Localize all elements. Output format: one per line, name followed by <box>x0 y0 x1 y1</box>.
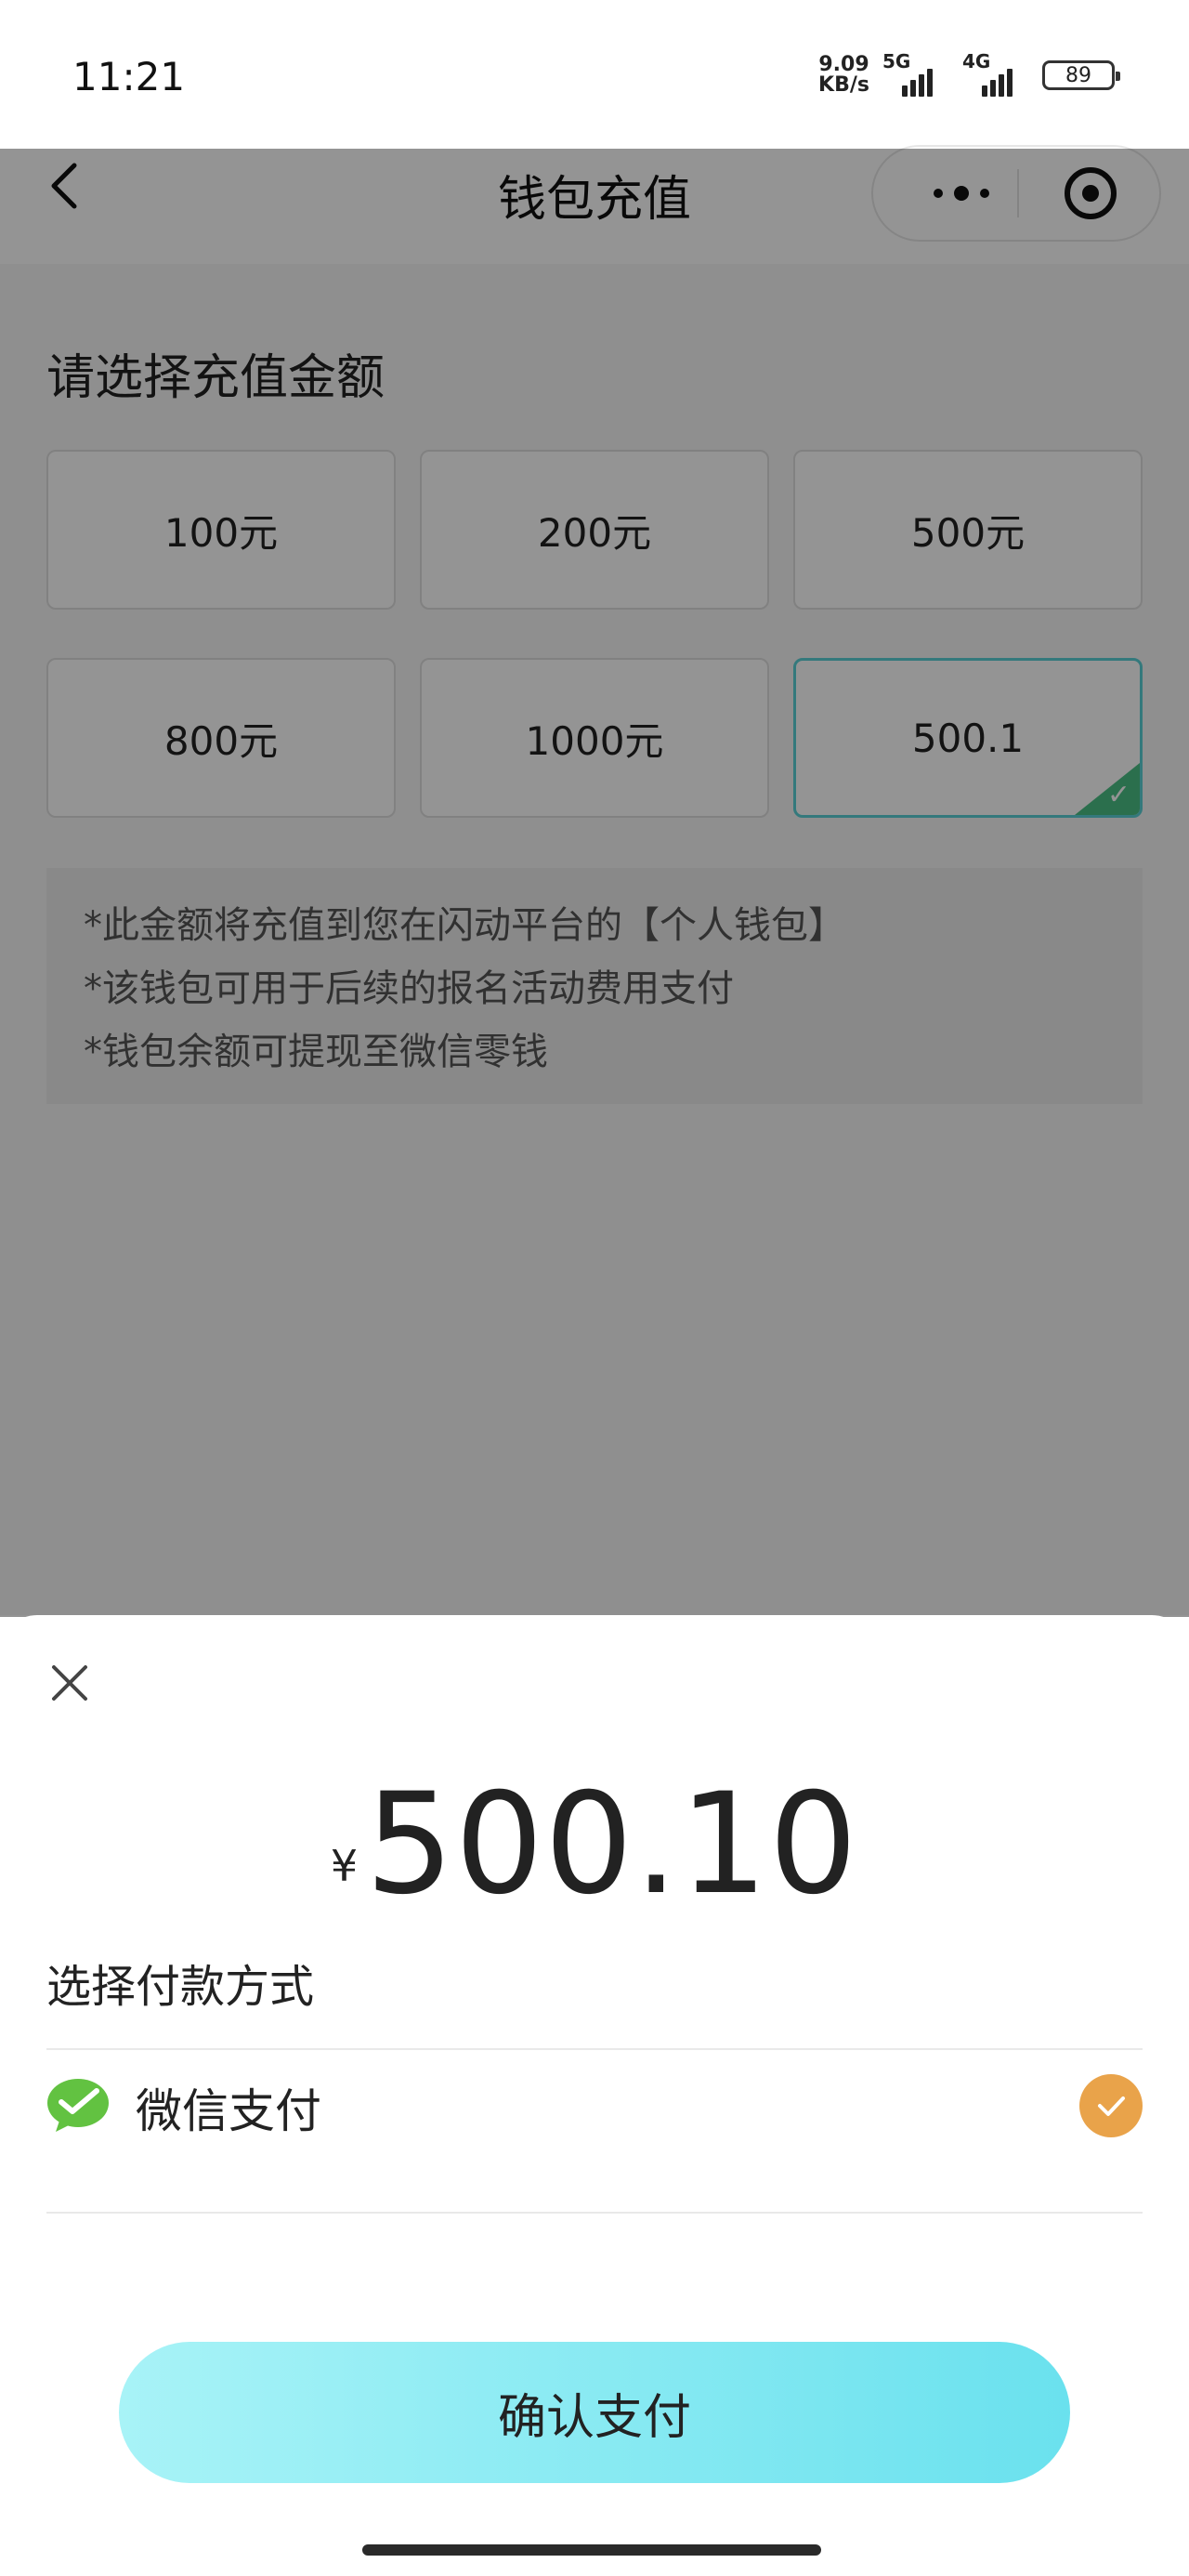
signal-4g-icon: 4G <box>962 50 1029 97</box>
payment-method-title: 选择付款方式 <box>46 1961 315 2013</box>
signal-5g-label: 5G <box>882 50 911 72</box>
home-indicator <box>362 2544 821 2556</box>
status-bar: 11:21 9.09 KB/s 5G 4G 89 <box>0 0 1189 149</box>
payment-sheet: ¥500.10 选择付款方式 微信支付 确认支付 <box>0 1615 1189 2576</box>
modal-backdrop[interactable] <box>0 149 1189 1617</box>
signal-4g-label: 4G <box>962 50 991 72</box>
status-indicators: 9.09 KB/s 5G 4G 89 <box>818 50 1120 97</box>
payment-amount: ¥500.10 <box>0 1764 1189 1925</box>
network-speed-value: 9.09 <box>818 53 869 76</box>
currency-symbol: ¥ <box>330 1841 359 1891</box>
network-speed-unit: KB/s <box>818 73 869 97</box>
signal-5g-icon: 5G <box>882 50 949 97</box>
payment-method-label: 微信支付 <box>136 2084 321 2138</box>
battery-icon: 89 <box>1042 60 1120 90</box>
confirm-pay-button[interactable]: 确认支付 <box>119 2342 1070 2483</box>
battery-level: 89 <box>1065 63 1091 87</box>
amount-value: 500.10 <box>365 1764 859 1925</box>
status-time: 11:21 <box>72 54 186 99</box>
network-speed: 9.09 KB/s <box>818 55 869 96</box>
close-icon <box>52 1665 87 1701</box>
divider <box>46 2212 1143 2214</box>
wechat-pay-icon <box>47 2079 109 2132</box>
payment-method-wechat[interactable]: 微信支付 <box>46 2048 1143 2160</box>
check-circle-icon <box>1079 2074 1143 2137</box>
close-button[interactable] <box>46 1660 93 1706</box>
